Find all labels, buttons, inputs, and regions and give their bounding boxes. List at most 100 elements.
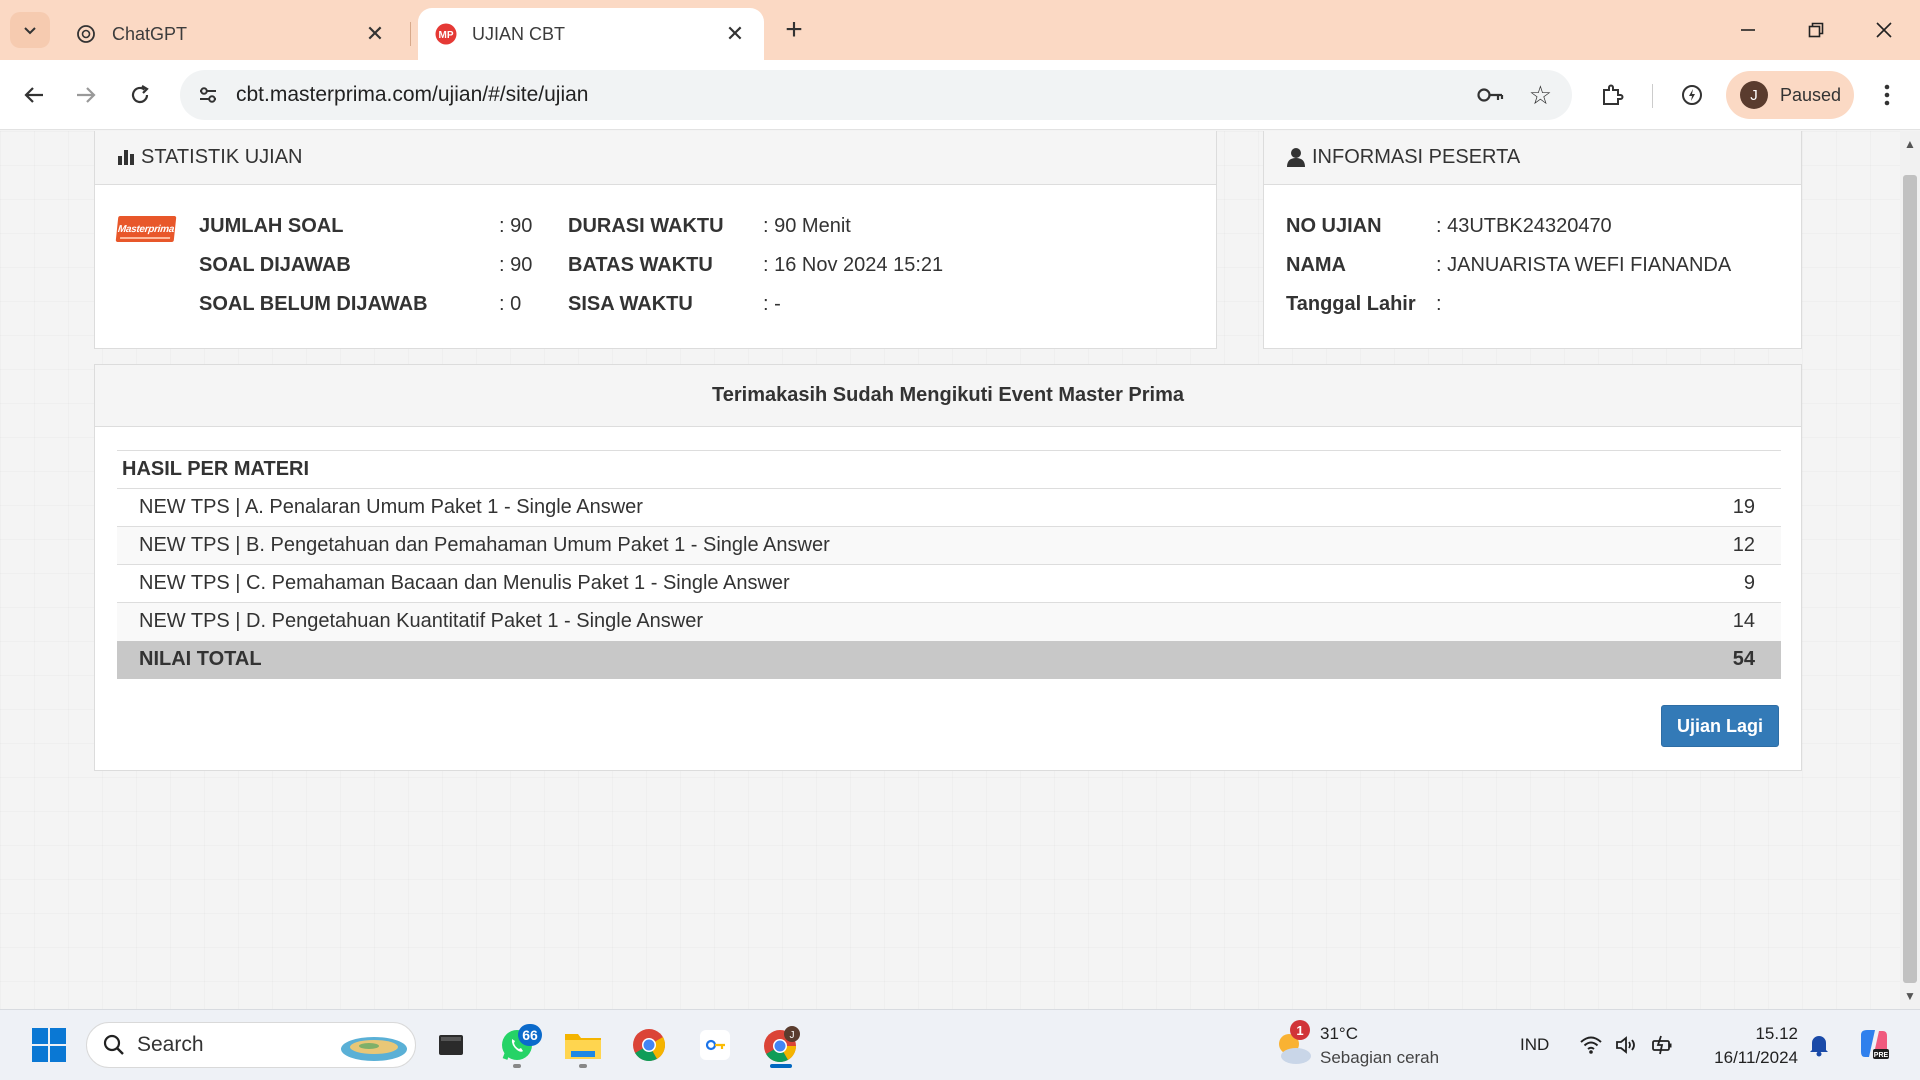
durasi-label: DURASI WAKTU xyxy=(568,215,724,237)
tab-title: ChatGPT xyxy=(112,23,188,44)
user-icon xyxy=(1286,147,1306,167)
restore-button[interactable] xyxy=(1788,8,1844,52)
battery-icon[interactable] xyxy=(1650,1032,1676,1058)
avatar: J xyxy=(1740,81,1768,109)
browser-toolbar: cbt.masterprima.com/ujian/#/site/ujian ☆… xyxy=(0,60,1920,130)
arrow-right-icon xyxy=(77,87,96,103)
reload-button[interactable] xyxy=(120,75,160,115)
table-header: HASIL PER MATERI xyxy=(117,450,1781,489)
chevron-down-icon xyxy=(24,27,36,35)
tanggal-lahir-value: : xyxy=(1436,293,1442,315)
weather-alert-badge: 1 xyxy=(1290,1020,1310,1040)
running-indicator xyxy=(579,1064,587,1068)
close-tab-icon[interactable]: ✕ xyxy=(362,21,388,47)
subject-name: NEW TPS | B. Pengetahuan dan Pemahaman U… xyxy=(117,526,1676,565)
table-row: NEW TPS | A. Penalaran Umum Paket 1 - Si… xyxy=(117,488,1781,527)
jumlah-soal-value: : 90 xyxy=(499,215,533,237)
result-table: HASIL PER MATERI NEW TPS | A. Penalaran … xyxy=(117,450,1781,679)
profile-status: Paused xyxy=(1780,84,1842,105)
tab-strip: ChatGPT ✕ MP UJIAN CBT ✕ + xyxy=(0,0,1920,60)
taskbar-file-explorer-alt[interactable] xyxy=(426,1020,476,1070)
total-row: NILAI TOTAL 54 xyxy=(117,640,1781,679)
close-tab-icon[interactable]: ✕ xyxy=(722,21,748,47)
tab-title: UJIAN CBT xyxy=(472,23,566,44)
subject-score: 14 xyxy=(1675,602,1781,641)
password-key-icon[interactable] xyxy=(1476,82,1504,108)
svg-text:PRE: PRE xyxy=(1874,1052,1889,1059)
taskbar: Search 66 J 1 31°C Sebagian cerah IND 15… xyxy=(0,1009,1920,1080)
sisa-label: SISA WAKTU xyxy=(568,293,693,315)
taskbar-chrome-profile[interactable]: J xyxy=(756,1020,806,1070)
notification-bell-icon[interactable] xyxy=(1806,1032,1832,1058)
puzzle-icon xyxy=(1603,84,1624,105)
close-icon xyxy=(1876,22,1892,38)
back-button[interactable] xyxy=(14,75,54,115)
table-row: NEW TPS | D. Pengetahuan Kuantitatif Pak… xyxy=(117,602,1781,641)
minimize-button[interactable] xyxy=(1720,8,1776,52)
input-language[interactable]: IND xyxy=(1520,1035,1549,1055)
wifi-icon[interactable] xyxy=(1578,1032,1604,1058)
soal-belum-value: : 0 xyxy=(499,293,522,315)
clock-time: 15.12 xyxy=(1755,1024,1798,1043)
performance-button[interactable] xyxy=(1672,75,1712,115)
tab-chatgpt[interactable]: ChatGPT ✕ xyxy=(58,8,404,60)
url-text[interactable]: cbt.masterprima.com/ujian/#/site/ujian xyxy=(236,83,588,107)
search-label: Search xyxy=(137,1033,204,1056)
folder-icon xyxy=(565,1034,601,1059)
site-info-icon[interactable] xyxy=(192,79,224,111)
taskbar-whatsapp[interactable]: 66 xyxy=(492,1020,542,1070)
close-window-button[interactable] xyxy=(1856,8,1912,52)
toolbar-divider xyxy=(1652,84,1653,108)
new-tab-button[interactable]: + xyxy=(774,12,814,48)
forward-button[interactable] xyxy=(66,75,106,115)
jumlah-soal-label: JUMLAH SOAL xyxy=(199,215,344,237)
address-bar[interactable]: cbt.masterprima.com/ujian/#/site/ujian ☆ xyxy=(180,70,1572,120)
subject-name: NEW TPS | A. Penalaran Umum Paket 1 - Si… xyxy=(117,488,1676,527)
bookmark-star-icon[interactable]: ☆ xyxy=(1529,80,1552,111)
clock-date: 16/11/2024 xyxy=(1714,1048,1798,1067)
nama-label: NAMA xyxy=(1286,254,1346,276)
browser-menu-button[interactable] xyxy=(1872,75,1902,115)
scroll-down-icon[interactable]: ▼ xyxy=(1904,989,1916,1003)
tab-search-button[interactable] xyxy=(10,12,50,48)
key-app-icon xyxy=(700,1030,730,1060)
tanggal-lahir-label: Tanggal Lahir xyxy=(1286,293,1416,315)
result-heading: Terimakasih Sudah Mengikuti Event Master… xyxy=(95,365,1801,427)
taskbar-password-manager[interactable] xyxy=(690,1020,740,1070)
volume-icon[interactable] xyxy=(1614,1032,1640,1058)
reload-icon xyxy=(131,85,149,104)
page-scrollbar[interactable]: ▲ ▼ xyxy=(1900,131,1920,1009)
masterprima-logo: Masterprima xyxy=(115,216,177,242)
scrollbar-thumb[interactable] xyxy=(1903,175,1917,983)
nama-value: : JANUARISTA WEFI FIANANDA xyxy=(1436,254,1732,276)
windows-icon xyxy=(32,1028,66,1062)
start-button[interactable] xyxy=(24,1020,74,1070)
extensions-button[interactable] xyxy=(1592,75,1632,115)
subject-score: 19 xyxy=(1675,488,1781,527)
chrome-profile-icon: J xyxy=(764,1026,800,1063)
tab-ujian-cbt[interactable]: MP UJIAN CBT ✕ xyxy=(418,8,764,60)
taskbar-file-explorer[interactable] xyxy=(558,1020,608,1070)
taskbar-chrome[interactable] xyxy=(624,1020,674,1070)
restore-icon xyxy=(1808,22,1824,38)
masterprima-favicon-icon: MP xyxy=(434,22,458,46)
soal-belum-label: SOAL BELUM DIJAWAB xyxy=(199,293,428,315)
svg-text:J: J xyxy=(790,1030,795,1041)
ujian-lagi-button[interactable]: Ujian Lagi xyxy=(1661,705,1779,747)
copilot-icon[interactable]: PRE xyxy=(1856,1026,1892,1062)
soal-dijawab-value: : 90 xyxy=(499,254,533,276)
chrome-icon xyxy=(633,1029,666,1062)
bar-chart-icon xyxy=(117,148,135,166)
chatgpt-icon xyxy=(74,22,98,46)
weather-widget[interactable]: 1 31°C Sebagian cerah xyxy=(1274,1020,1454,1072)
result-panel: Terimakasih Sudah Mengikuti Event Master… xyxy=(94,364,1802,771)
scroll-up-icon[interactable]: ▲ xyxy=(1904,137,1916,151)
profile-button[interactable]: J Paused xyxy=(1726,71,1854,119)
arrow-left-icon xyxy=(24,87,43,103)
system-clock[interactable]: 15.12 16/11/2024 xyxy=(1700,1022,1798,1070)
participant-title: INFORMASI PESERTA xyxy=(1312,145,1521,168)
taskbar-search[interactable]: Search xyxy=(86,1022,416,1068)
active-indicator xyxy=(770,1064,792,1068)
table-header-row: HASIL PER MATERI xyxy=(117,450,1781,489)
search-highlight-icon xyxy=(341,1037,407,1061)
